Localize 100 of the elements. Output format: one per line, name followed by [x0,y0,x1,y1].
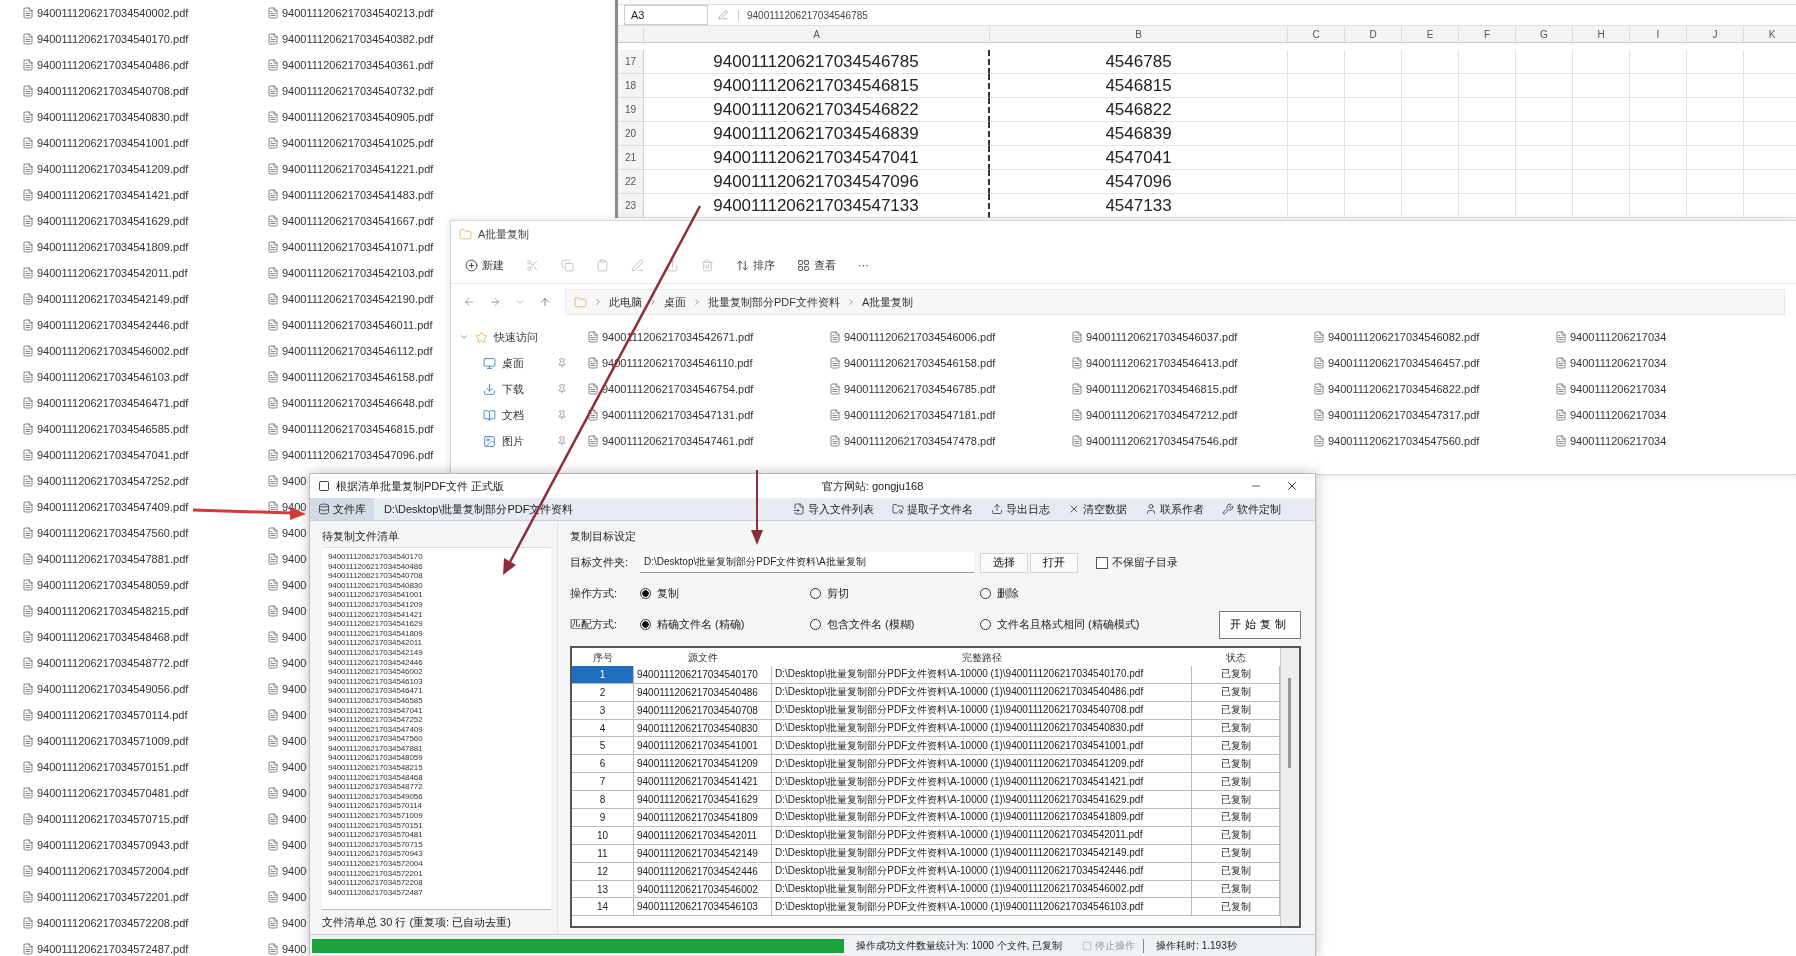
file-name[interactable]: 9400111206217034541025.pdf [282,137,434,149]
file-name[interactable]: 9400111206217034 [1570,331,1667,343]
library-button[interactable]: 文件库 [310,498,374,520]
file-name[interactable]: 9400111206217034546585.pdf [37,423,189,435]
file-name[interactable]: 9400111206217034548468.pdf [37,631,189,643]
file-name[interactable]: 9400 [282,657,307,669]
file-name[interactable]: 9400111206217034540170.pdf [37,33,189,45]
file-name[interactable]: 9400111206217034546413.pdf [1086,357,1238,369]
file-name[interactable]: 9400111206217034546457.pdf [1328,357,1480,369]
open-button[interactable]: 打开 [1030,552,1078,573]
file-name[interactable]: 9400111206217034570481.pdf [37,787,189,799]
file-name[interactable]: 9400111206217034546082.pdf [1328,331,1480,343]
file-name[interactable]: 9400111206217034540002.pdf [37,7,189,19]
toolbar-button[interactable]: 导出日志 [987,501,1054,517]
file-name[interactable]: 9400111206217034546002.pdf [37,345,189,357]
file-name[interactable]: 9400 [282,553,307,565]
file-name[interactable]: 9400111206217034546011.pdf [282,319,433,331]
index-cell[interactable]: 1 [572,665,634,684]
sidebar-item[interactable]: 文档 [502,407,551,423]
file-name[interactable]: 9400111206217034 [1570,435,1667,447]
file-name[interactable]: 9400 [282,709,307,721]
row-header[interactable]: 23 [618,194,644,218]
file-name[interactable]: 9400 [282,787,307,799]
file-name[interactable]: 9400 [282,735,307,747]
file-name[interactable]: 9400 [282,605,307,617]
file-name[interactable]: 9400111206217034547881.pdf [37,553,189,565]
file-name[interactable]: 9400111206217034546006.pdf [844,331,996,343]
new-button[interactable]: 新建 [465,257,504,273]
file-name[interactable]: 9400111206217034541629.pdf [37,215,189,227]
column-header[interactable]: K [1744,26,1796,43]
file-name[interactable]: 9400111206217034541071.pdf [282,241,434,253]
file-name[interactable]: 9400111206217034547409.pdf [37,501,189,513]
file-name[interactable]: 9400111206217034546112.pdf [282,345,433,357]
file-name[interactable]: 9400111206217034572201.pdf [37,891,189,903]
radio-button[interactable] [640,619,651,630]
column-header[interactable]: B [990,26,1288,43]
file-name[interactable]: 9400111206217034 [1570,357,1667,369]
file-name[interactable]: 9400111206217034547041.pdf [37,449,189,461]
file-name[interactable]: 9400111206217034540830.pdf [37,111,189,123]
breadcrumb[interactable]: 批量复制部分PDF文件资料 [708,294,840,310]
column-header[interactable]: D [1345,26,1402,43]
file-name[interactable]: 9400111206217034547461.pdf [602,435,754,447]
file-name[interactable]: 9400111206217034570151.pdf [37,761,189,773]
file-name[interactable]: 9400111206217034542446.pdf [37,319,189,331]
radio-button[interactable] [810,619,821,630]
file-name[interactable]: 9400111206217034547478.pdf [844,435,996,447]
file-name[interactable]: 9400111206217034547212.pdf [1086,409,1238,421]
file-name[interactable]: 9400111206217034547252.pdf [37,475,189,487]
file-name[interactable]: 9400111206217034547131.pdf [602,409,754,421]
radio-button[interactable] [810,588,821,599]
file-name[interactable]: 9400111206217034541667.pdf [282,215,434,227]
file-name[interactable]: 9400111206217034546103.pdf [37,371,189,383]
file-name[interactable]: 9400 [282,475,307,487]
sidebar-item[interactable]: 下载 [502,381,551,397]
breadcrumb[interactable]: 桌面 [664,294,686,310]
file-name[interactable]: 9400 [282,761,307,773]
start-button[interactable]: 开始复制 [1219,610,1301,639]
file-name[interactable]: 9400111206217034546037.pdf [1086,331,1238,343]
file-name[interactable]: 9400111206217034 [1570,383,1667,395]
row-header[interactable]: 19 [618,98,644,122]
file-name[interactable]: 9400 [282,631,307,643]
file-name[interactable]: 9400111206217034547096.pdf [282,449,434,461]
file-name[interactable]: 9400111206217034540732.pdf [282,85,434,97]
file-name[interactable]: 9400111206217034549056.pdf [37,683,189,695]
radio-button[interactable] [980,619,991,630]
file-name[interactable]: 9400111206217034540905.pdf [282,111,434,123]
sidebar-item[interactable]: 快速访问 [494,329,567,345]
file-name[interactable]: 9400 [282,579,307,591]
index-cell[interactable]: 14 [572,898,634,917]
checkbox[interactable] [1096,556,1108,569]
index-cell[interactable]: 6 [572,755,634,774]
folder-field[interactable]: D:\Desktop\批量复制部分PDF文件资料\A批量复制 [640,552,974,573]
file-name[interactable]: 9400111206217034542190.pdf [282,293,434,305]
view-button[interactable]: 查看 [797,257,836,273]
file-name[interactable]: 9400111206217034546754.pdf [602,383,754,395]
row-header[interactable]: 18 [618,74,644,98]
formula-text[interactable]: 9400111206217034546785 [738,9,868,21]
radio-button[interactable] [640,588,651,599]
row-header[interactable]: 20 [618,122,644,146]
file-list-box[interactable] [322,548,551,909]
file-name[interactable]: 9400111206217034540213.pdf [282,7,434,19]
file-name[interactable]: 9400111206217034546815.pdf [282,423,434,435]
toolbar-button[interactable]: 清空数据 [1064,501,1131,517]
index-cell[interactable]: 9 [572,809,634,827]
column-header[interactable]: F [1459,26,1516,43]
sidebar-item[interactable]: 桌面 [502,355,551,371]
scrollbar[interactable] [1280,648,1299,926]
file-name[interactable]: 9400111206217034540708.pdf [37,85,189,97]
radio-button[interactable] [980,588,991,599]
file-name[interactable]: 9400111206217034541421.pdf [37,189,189,201]
file-name[interactable]: 9400111206217034546158.pdf [282,371,434,383]
index-cell[interactable]: 5 [572,737,634,756]
column-header[interactable]: A [644,26,990,43]
sidebar-item[interactable]: 图片 [502,433,551,449]
file-name[interactable]: 9400111206217034540382.pdf [282,33,434,45]
file-name[interactable]: 9400111206217034542011.pdf [37,267,188,279]
column-header[interactable]: G [1516,26,1573,43]
row-header[interactable]: 22 [618,170,644,194]
row-header[interactable]: 21 [618,146,644,170]
column-header[interactable]: E [1402,26,1459,43]
